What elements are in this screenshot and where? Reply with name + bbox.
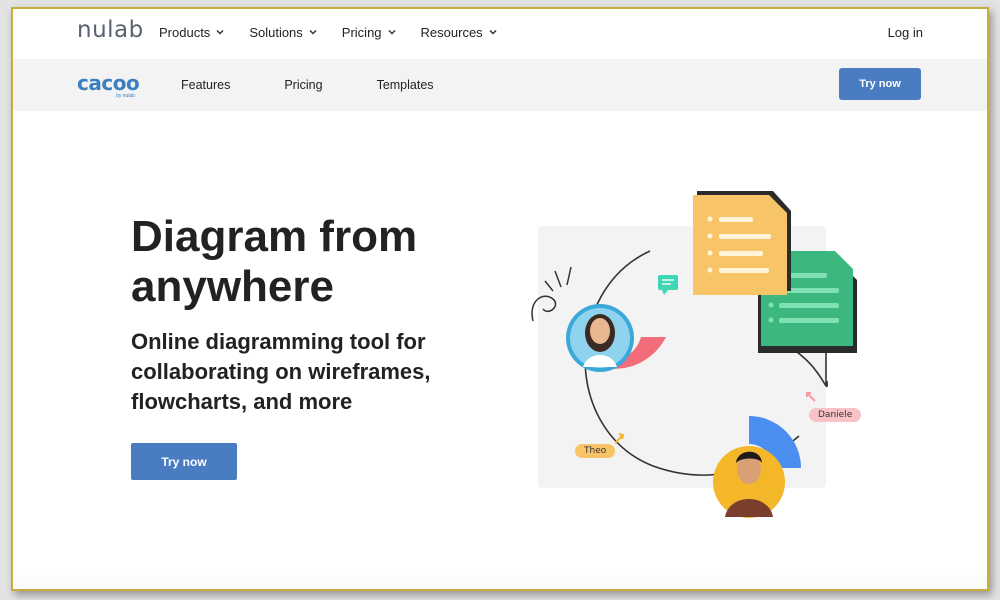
cacoo-logo[interactable]: cacoo by nulab bbox=[77, 73, 141, 99]
menu-products[interactable]: Products bbox=[159, 25, 225, 40]
browser-page: nulab Products Solutions Pricing Resourc… bbox=[11, 7, 989, 591]
menu-pricing[interactable]: Pricing bbox=[342, 25, 397, 40]
cacoo-logo-byline: by nulab bbox=[116, 93, 135, 99]
chevron-down-icon bbox=[216, 29, 224, 35]
cacoo-logo-text: cacoo bbox=[77, 71, 140, 95]
nav-pricing[interactable]: Pricing bbox=[284, 78, 322, 92]
hero-title: Diagram from anywhere bbox=[131, 212, 418, 311]
chevron-down-icon bbox=[489, 29, 497, 35]
nulab-logo[interactable]: nulab bbox=[77, 17, 144, 43]
nav-templates[interactable]: Templates bbox=[377, 78, 434, 92]
tag-theo: Theo bbox=[575, 444, 616, 458]
nav-features[interactable]: Features bbox=[181, 78, 230, 92]
chevron-down-icon bbox=[309, 29, 317, 35]
tag-daniele: Daniele bbox=[809, 408, 862, 422]
hero-illustration: Theo Daniele bbox=[523, 181, 883, 521]
menu-solutions-label: Solutions bbox=[249, 25, 303, 40]
menu-resources[interactable]: Resources bbox=[421, 25, 498, 40]
product-links: Features Pricing Templates bbox=[181, 78, 488, 92]
product-nav: cacoo by nulab Features Pricing Template… bbox=[13, 59, 987, 111]
collaboration-illustration bbox=[531, 191, 857, 518]
global-menu: Products Solutions Pricing Resources bbox=[159, 25, 522, 40]
try-now-nav-button[interactable]: Try now bbox=[839, 68, 921, 100]
chevron-down-icon bbox=[388, 29, 396, 35]
menu-pricing-label: Pricing bbox=[341, 25, 382, 40]
login-link[interactable]: Log in bbox=[888, 25, 923, 40]
hero-subtitle: Online diagramming tool for collaboratin… bbox=[131, 329, 431, 414]
page-bottom bbox=[13, 575, 987, 589]
try-now-hero-button[interactable]: Try now bbox=[131, 443, 237, 480]
menu-solutions[interactable]: Solutions bbox=[249, 25, 317, 40]
menu-resources-label: Resources bbox=[420, 25, 483, 40]
global-nav: nulab Products Solutions Pricing Resourc… bbox=[13, 9, 987, 59]
menu-products-label: Products bbox=[159, 25, 211, 40]
